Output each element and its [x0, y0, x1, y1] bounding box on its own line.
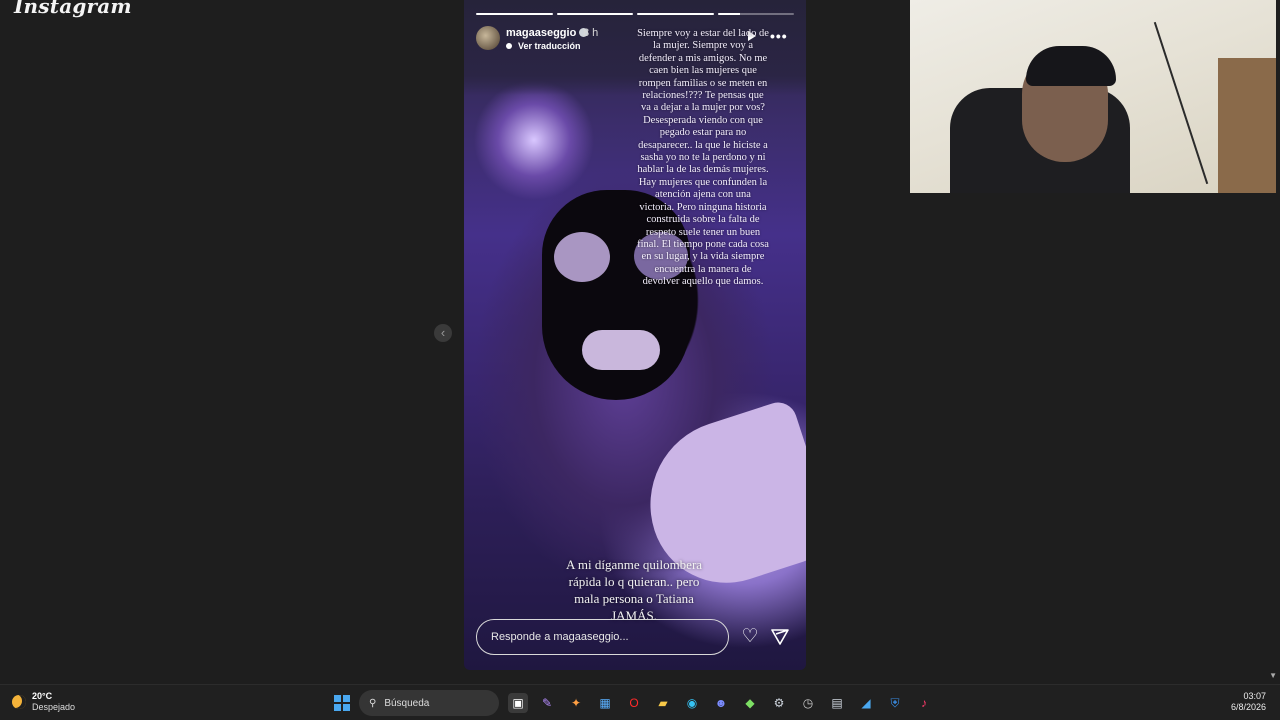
- username-text[interactable]: magaaseggio: [506, 27, 576, 39]
- story-progress-bar: [476, 13, 794, 15]
- tiktok-icon[interactable]: ♪: [914, 693, 934, 713]
- weather-widget[interactable]: 20°C Despejado: [12, 691, 75, 713]
- progress-segment: [556, 13, 633, 15]
- story-time: 8 h: [583, 27, 599, 39]
- task-view-icon[interactable]: ▣: [508, 693, 528, 713]
- moon-icon: [12, 695, 26, 709]
- translate-link[interactable]: Ver traducción: [506, 41, 581, 51]
- windows-start-icon[interactable]: [334, 695, 350, 711]
- previous-story-button[interactable]: ‹: [434, 324, 452, 342]
- settings-gear-icon[interactable]: ⚙: [769, 693, 789, 713]
- edge-icon[interactable]: ◉: [682, 693, 702, 713]
- shield-icon[interactable]: ⛨: [885, 693, 905, 713]
- clock-app-icon[interactable]: ◷: [798, 693, 818, 713]
- taskbar-clock[interactable]: 03:07 6/8/2026: [1231, 691, 1266, 713]
- story-overlay-text: Siempre voy a estar del lado de la mujer…: [637, 28, 769, 288]
- story-image-eye-left: [554, 232, 610, 282]
- more-options-icon[interactable]: •••: [770, 28, 788, 44]
- store-icon[interactable]: ▦: [595, 693, 615, 713]
- scroll-down-arrow-icon[interactable]: ▼: [1269, 671, 1277, 680]
- avatar[interactable]: [476, 26, 500, 50]
- webcam-overlay: [910, 0, 1276, 193]
- send-icon[interactable]: [770, 627, 790, 647]
- windows-taskbar: 20°C Despejado ⚲ Búsqueda ▣ ✎ ✦ ▦ O ▰ ◉ …: [0, 684, 1280, 720]
- story-image-mouth: [582, 330, 660, 370]
- editor-app-icon[interactable]: ◢: [856, 693, 876, 713]
- taskbar-apps: ⚲ Búsqueda ▣ ✎ ✦ ▦ O ▰ ◉ ☻ ◆ ⚙ ◷ ▤ ◢ ⛨ ♪: [334, 685, 934, 720]
- copilot-icon[interactable]: ✦: [566, 693, 586, 713]
- clock-time: 03:07: [1243, 691, 1266, 701]
- pen-app-icon[interactable]: ✎: [537, 693, 557, 713]
- story-username[interactable]: magaaseggio: [506, 27, 589, 39]
- weather-temp: 20°C: [32, 691, 53, 701]
- page-scrollbar[interactable]: ▼: [1269, 0, 1277, 680]
- discord-icon[interactable]: ☻: [711, 693, 731, 713]
- search-label: Búsqueda: [384, 697, 430, 709]
- progress-segment: [476, 13, 553, 15]
- game-app-icon[interactable]: ◆: [740, 693, 760, 713]
- reply-input[interactable]: Responde a magaaseggio...: [476, 619, 729, 655]
- webcam-person-cap: [1026, 46, 1116, 86]
- instagram-logo[interactable]: Instagram: [14, 0, 132, 18]
- search-icon: ⚲: [369, 697, 377, 709]
- clock-date: 6/8/2026: [1230, 702, 1266, 712]
- story-viewer[interactable]: magaaseggio 8 h Ver traducción ••• Siemp…: [464, 0, 806, 670]
- opera-icon[interactable]: O: [624, 693, 644, 713]
- webcam-shelf: [1218, 58, 1276, 193]
- desktop-screen: Instagram ‹ magaaseggio 8 h Ver traducci…: [0, 0, 1280, 720]
- story-caption: A mi díganme quilombera rápida lo q quie…: [565, 557, 703, 623]
- weather-desc: Despejado: [32, 702, 76, 712]
- file-explorer-icon[interactable]: ▰: [653, 693, 673, 713]
- heart-icon[interactable]: ♡: [740, 627, 760, 647]
- progress-segment: [637, 13, 714, 15]
- taskbar-search[interactable]: ⚲ Búsqueda: [359, 690, 499, 716]
- progress-segment: [717, 13, 794, 15]
- webcam-cable: [1153, 21, 1209, 185]
- calculator-icon[interactable]: ▤: [827, 693, 847, 713]
